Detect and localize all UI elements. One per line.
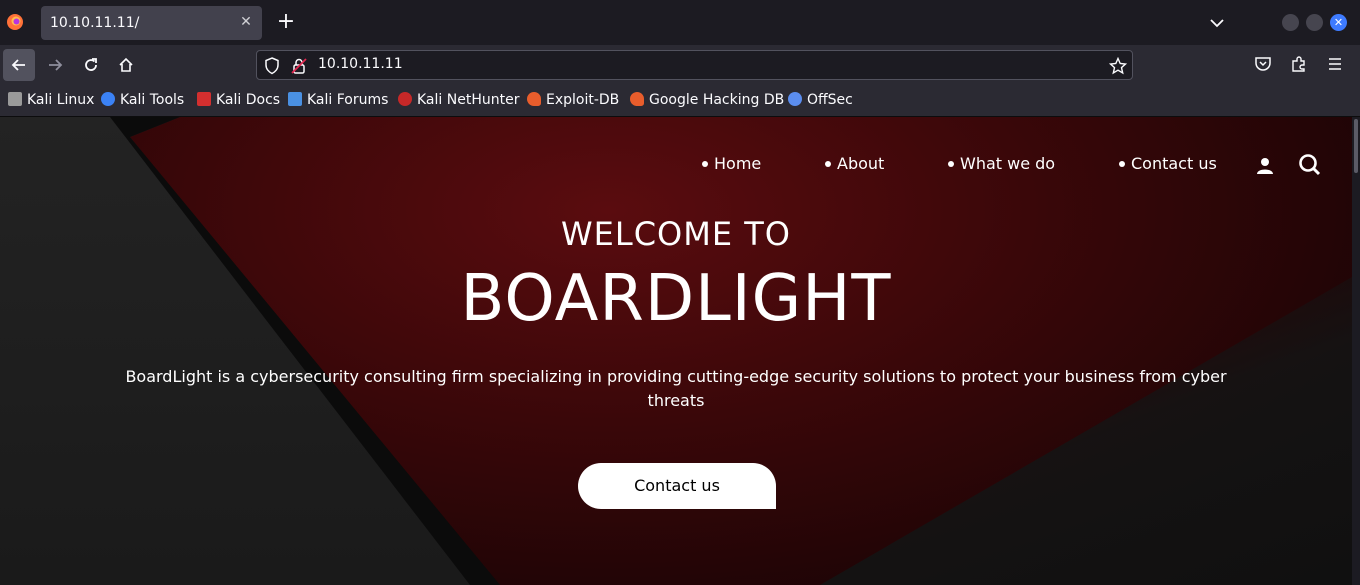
home-button[interactable] xyxy=(110,49,142,81)
menu-hamburger-icon[interactable] xyxy=(1326,55,1344,73)
nav-label: Contact us xyxy=(1131,154,1217,173)
bookmark-kali-nethunter[interactable]: Kali NetHunter xyxy=(398,92,519,110)
web-page: Home About What we do Contact us WELCOME… xyxy=(0,117,1352,585)
bookmark-kali-docs[interactable]: Kali Docs xyxy=(197,92,280,110)
nav-about[interactable]: About xyxy=(825,154,884,173)
list-all-tabs-icon[interactable] xyxy=(1206,12,1228,34)
bullet-icon xyxy=(702,161,708,167)
nav-what-we-do[interactable]: What we do xyxy=(948,154,1055,173)
maximize-icon[interactable] xyxy=(1306,14,1323,31)
scrollbar-thumb[interactable] xyxy=(1354,119,1358,173)
navigation-toolbar: 10.10.11.11 xyxy=(0,45,1360,85)
exploit-db-icon xyxy=(527,92,541,106)
bullet-icon xyxy=(948,161,954,167)
bookmark-label: Exploit-DB xyxy=(546,92,620,108)
contact-us-button[interactable]: Contact us xyxy=(578,463,776,509)
nav-label: About xyxy=(837,154,885,173)
bookmark-kali-forums[interactable]: Kali Forums xyxy=(288,92,388,110)
back-arrow-icon xyxy=(11,59,25,71)
bullet-icon xyxy=(825,161,831,167)
tab-title: 10.10.11.11/ xyxy=(50,15,140,31)
bookmark-label: Kali Tools xyxy=(120,92,185,108)
user-icon[interactable] xyxy=(1256,157,1274,175)
bookmark-label: Kali Docs xyxy=(216,92,281,108)
kali-tools-icon xyxy=(101,92,115,106)
bookmark-google-hacking-db[interactable]: Google Hacking DB xyxy=(630,92,784,110)
new-tab-icon[interactable]: + xyxy=(274,10,298,34)
kali-docs-icon xyxy=(197,92,211,106)
bookmark-label: OffSec xyxy=(807,92,853,108)
bookmark-kali-tools[interactable]: Kali Tools xyxy=(101,92,184,110)
minimize-icon[interactable] xyxy=(1282,14,1299,31)
bookmark-star-icon[interactable] xyxy=(1109,57,1127,75)
shield-icon[interactable] xyxy=(264,57,280,75)
bookmark-kali-linux[interactable]: Kali Linux xyxy=(8,92,94,110)
bookmark-label: Kali NetHunter xyxy=(417,92,520,108)
kali-forums-icon xyxy=(288,92,302,106)
bookmark-label: Kali Forums xyxy=(307,92,389,108)
forward-arrow-icon xyxy=(49,59,63,71)
tab-strip: 10.10.11.11/ ✕ + ✕ xyxy=(0,0,1360,45)
bullet-icon xyxy=(1119,161,1125,167)
bookmark-offsec[interactable]: OffSec xyxy=(788,92,853,110)
pocket-icon[interactable] xyxy=(1254,55,1272,73)
close-window-icon[interactable]: ✕ xyxy=(1330,14,1347,31)
home-icon xyxy=(119,57,133,72)
hero-brand-title: BOARDLIGHT xyxy=(460,262,892,336)
page-scrollbar[interactable] xyxy=(1352,117,1360,585)
hero-tagline: BoardLight is a cybersecurity consulting… xyxy=(125,367,1227,410)
reload-icon xyxy=(85,58,97,71)
address-bar[interactable]: 10.10.11.11 xyxy=(256,50,1133,80)
tab-close-icon[interactable]: ✕ xyxy=(237,13,255,31)
nav-label: What we do xyxy=(960,154,1056,173)
search-icon[interactable] xyxy=(1298,153,1322,177)
nav-contact-us[interactable]: Contact us xyxy=(1119,154,1217,173)
back-button[interactable] xyxy=(3,49,35,81)
firefox-icon[interactable] xyxy=(6,13,24,31)
reload-button[interactable] xyxy=(75,49,107,81)
nav-label: Home xyxy=(714,154,762,173)
bookmark-label: Kali Linux xyxy=(27,92,95,108)
offsec-icon xyxy=(788,92,802,106)
nav-home[interactable]: Home xyxy=(702,154,761,173)
ghdb-icon xyxy=(630,92,644,106)
bookmark-label: Google Hacking DB xyxy=(649,92,785,108)
insecure-lock-icon[interactable] xyxy=(291,57,307,75)
url-text[interactable]: 10.10.11.11 xyxy=(318,56,403,72)
forward-button[interactable] xyxy=(39,49,71,81)
nethunter-icon xyxy=(398,92,412,106)
hero-welcome: WELCOME TO xyxy=(561,215,791,253)
browser-tab[interactable]: 10.10.11.11/ ✕ xyxy=(41,6,262,40)
kali-dragon-icon xyxy=(8,92,22,106)
extensions-icon[interactable] xyxy=(1290,55,1308,73)
bookmarks-toolbar: Kali Linux Kali Tools Kali Docs Kali For… xyxy=(0,85,1360,117)
bookmark-exploit-db[interactable]: Exploit-DB xyxy=(527,92,619,110)
